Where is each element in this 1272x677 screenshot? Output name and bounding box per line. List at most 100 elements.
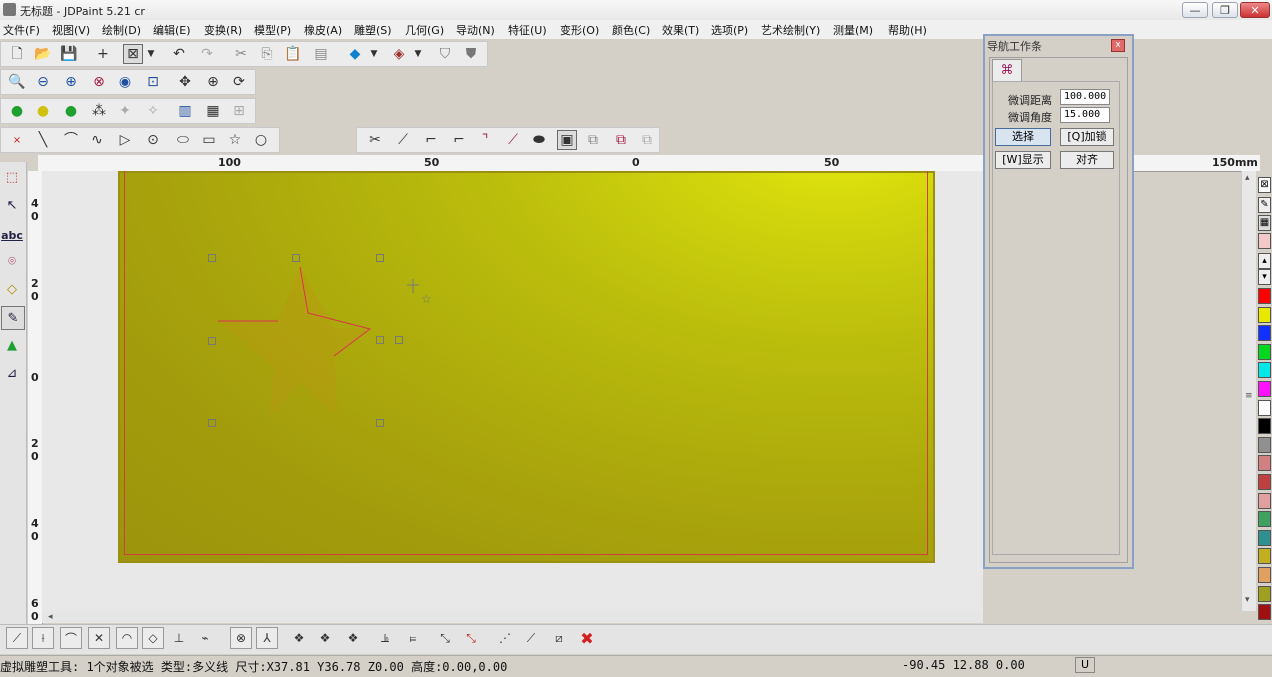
selection-handle[interactable] <box>376 419 384 427</box>
snap-perpendicular-icon[interactable]: ⊥ <box>168 627 190 649</box>
color-swatch[interactable] <box>1258 455 1271 472</box>
color-swatch[interactable] <box>1258 381 1271 397</box>
line-icon[interactable]: ╲ <box>33 130 53 150</box>
node-edit-icon[interactable]: ↖ <box>1 194 23 216</box>
palette-up-icon[interactable]: ▴ <box>1258 253 1271 269</box>
menu-view[interactable]: 视图(V) <box>52 22 90 38</box>
color-swatch[interactable] <box>1258 325 1271 342</box>
select-button[interactable]: 选择 <box>995 128 1051 146</box>
select-frame-icon[interactable]: ⬚ <box>1 166 23 188</box>
light-bulb-green-icon[interactable]: ● <box>7 101 27 121</box>
menu-color[interactable]: 颜色(C) <box>612 22 650 38</box>
menu-effect[interactable]: 效果(T) <box>662 22 699 38</box>
node-scatter-icon[interactable]: ⋰ <box>494 627 516 649</box>
chamfer-icon[interactable]: ⌐ <box>449 130 469 150</box>
color-swatch[interactable] <box>1258 418 1271 435</box>
color-cube-dropdown-icon[interactable]: ▼ <box>367 44 381 64</box>
circle-point-icon[interactable]: ⊙ <box>143 130 163 150</box>
menu-measure[interactable]: 测量(M) <box>833 22 873 38</box>
rotate-view-icon[interactable]: ⟳ <box>229 72 249 92</box>
shield-icon[interactable]: ⛉ <box>435 44 455 64</box>
selection-handle[interactable] <box>376 254 384 262</box>
grid-icon[interactable]: ▦ <box>203 101 223 121</box>
menu-deform[interactable]: 变形(O) <box>560 22 599 38</box>
explode-icon[interactable]: ⧉ <box>637 130 657 150</box>
spline-icon[interactable]: ∿ <box>87 130 107 150</box>
selection-handle[interactable] <box>208 254 216 262</box>
menu-sculpt[interactable]: 雕塑(S) <box>354 22 392 38</box>
light-disabled-icon[interactable]: ✦ <box>115 101 135 121</box>
snap-nearest-icon[interactable]: ⌁ <box>194 627 216 649</box>
node-remove-icon[interactable]: ⤡ <box>460 627 482 649</box>
break-icon[interactable]: ⟋ <box>503 130 523 150</box>
trim-icon[interactable]: ✂ <box>365 130 385 150</box>
color-swatch[interactable] <box>1258 306 1271 323</box>
point-icon[interactable]: × <box>7 130 27 150</box>
menu-art-draw[interactable]: 艺术绘制(Y) <box>761 22 820 38</box>
node-edit-icon[interactable]: ⧄ <box>548 627 570 649</box>
snap-tangent-icon[interactable]: ◠ <box>116 627 138 649</box>
show-button[interactable]: [W]显示 <box>995 151 1051 169</box>
fine-distance-input[interactable]: 100.000 <box>1060 89 1110 105</box>
zoom-window-icon[interactable]: 🔍 <box>7 72 27 92</box>
crosshair-icon[interactable]: + <box>93 44 113 64</box>
color-swatch[interactable] <box>1258 567 1271 583</box>
color-swatch[interactable] <box>1258 492 1271 509</box>
scroll-up-icon[interactable]: ▴ <box>1245 173 1250 183</box>
menu-transform[interactable]: 变换(R) <box>204 22 242 38</box>
light-off-icon[interactable]: ✧ <box>143 101 163 121</box>
virtual-sculpt-icon[interactable]: ✎ <box>1 306 25 330</box>
vertical-scrollbar[interactable]: ▴ ▾ ≡ <box>1241 171 1256 611</box>
open-folder-icon[interactable]: 📂 <box>33 44 53 64</box>
lock-button[interactable]: [Q]加锁 <box>1060 128 1114 146</box>
zoom-out-icon[interactable]: ⊖ <box>33 72 53 92</box>
view-cube-icon[interactable]: ◈ <box>389 44 409 64</box>
color-swatch[interactable] <box>1258 604 1271 621</box>
node-diamond-2-icon[interactable]: ❖ <box>314 627 336 649</box>
pen-swatch-icon[interactable]: ✎ <box>1258 197 1271 213</box>
color-swatch[interactable] <box>1258 288 1271 304</box>
view-cube-dropdown-icon[interactable]: ▼ <box>411 44 425 64</box>
ungroup-icon[interactable]: ⧉ <box>611 130 631 150</box>
snap-point-icon[interactable]: ⊗ <box>230 627 252 649</box>
fillet-icon[interactable]: ⌐ <box>421 130 441 150</box>
pan-icon[interactable]: ✥ <box>175 72 195 92</box>
node-add-icon[interactable]: ⤡ <box>434 627 456 649</box>
layers-icon[interactable]: ▥ <box>175 101 195 121</box>
selection-handle[interactable] <box>292 254 300 262</box>
align-stack-icon[interactable]: ⫢ <box>402 627 424 649</box>
selection-handle[interactable] <box>376 336 384 344</box>
align-left-icon[interactable]: ⫡ <box>374 627 396 649</box>
zoom-in-icon[interactable]: ⊕ <box>61 72 81 92</box>
paste-icon[interactable]: 📋 <box>283 44 303 64</box>
save-icon[interactable]: 💾 <box>59 44 79 64</box>
snap-angle-icon[interactable]: ⅄ <box>256 627 278 649</box>
palette-down-icon[interactable]: ▾ <box>1258 269 1271 285</box>
menu-edit[interactable]: 编辑(E) <box>153 22 191 38</box>
rectangle-icon[interactable]: ▭ <box>197 130 221 150</box>
copy-icon[interactable]: ⎘ <box>257 44 277 64</box>
color-swatch[interactable] <box>1258 585 1271 602</box>
select-box-icon[interactable]: ⊠ <box>123 44 143 64</box>
extend-icon[interactable]: ⟋ <box>393 130 413 150</box>
polyline-icon[interactable]: ▷ <box>115 130 135 150</box>
light-bulb-yellow-icon[interactable]: ● <box>33 101 53 121</box>
unit-button[interactable]: U <box>1075 657 1095 673</box>
node-diamond-3-icon[interactable]: ❖ <box>342 627 364 649</box>
ellipse-icon[interactable]: ⬭ <box>171 130 195 150</box>
snap-arc-icon[interactable]: ⌒ <box>60 627 82 649</box>
snap-intersection-icon[interactable]: ✕ <box>88 627 110 649</box>
select-dropdown-icon[interactable]: ▼ <box>144 44 158 64</box>
zoom-fit-icon[interactable]: ⊡ <box>143 72 163 92</box>
menu-feature[interactable]: 特征(U) <box>508 22 547 38</box>
light-bulb-multi-icon[interactable]: ● <box>61 101 81 121</box>
color-swatch[interactable] <box>1258 233 1271 249</box>
text-tool-icon[interactable]: abc <box>1 224 23 246</box>
nav-panel-tab-icon[interactable]: ⌘ <box>992 59 1022 81</box>
menu-guide[interactable]: 导动(N) <box>456 22 495 38</box>
menu-geometry[interactable]: 几何(G) <box>405 22 444 38</box>
color-swatch[interactable] <box>1258 529 1271 546</box>
light-group-icon[interactable]: ⁂ <box>89 101 109 121</box>
selection-handle[interactable] <box>208 337 216 345</box>
pattern-swatch-icon[interactable]: ▦ <box>1258 215 1271 231</box>
